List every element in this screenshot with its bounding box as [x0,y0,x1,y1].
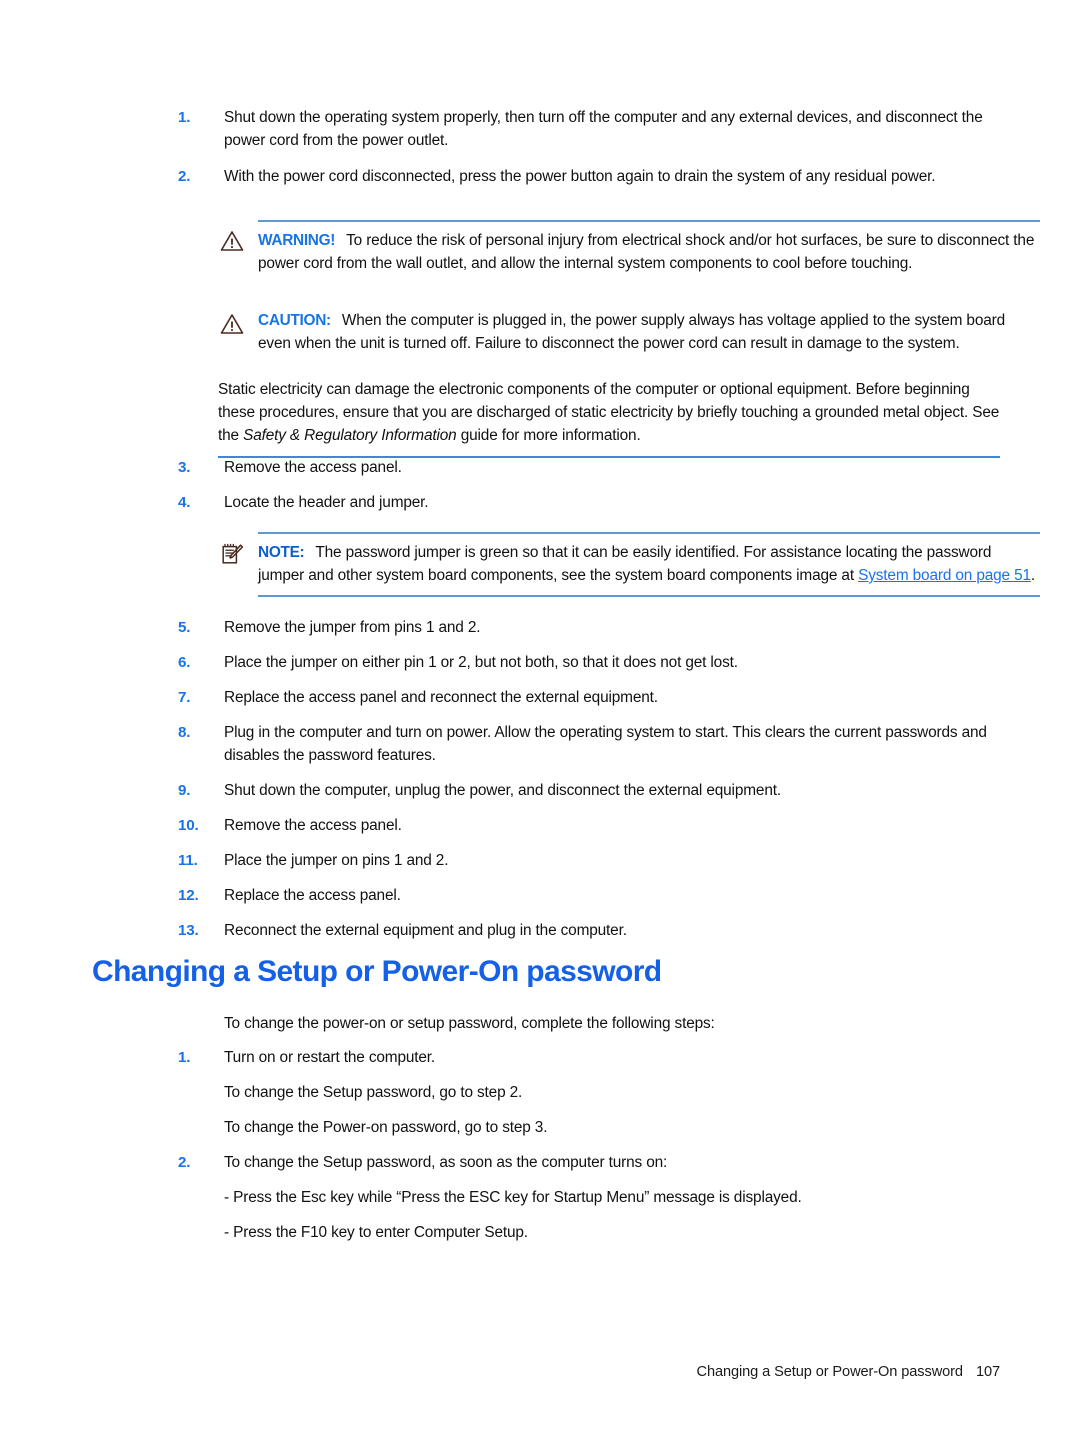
caution-admonition: CAUTION: When the computer is plugged in,… [220,297,1040,360]
step-text: Replace the access panel. [224,887,401,904]
list-item: 13. Reconnect the external equipment and… [178,919,1000,942]
step-subline: To change the Power-on password, go to s… [224,1119,548,1136]
list-item: 2. With the power cord disconnected, pre… [178,165,1000,188]
list-item: 11. Place the jumper on pins 1 and 2. [178,849,1000,872]
step-number: 2. [178,1154,191,1171]
step-number: 6. [178,654,191,671]
step-number: 5. [178,619,191,636]
note-pencil-icon [220,542,246,566]
step-text: Reconnect the external equipment and plu… [224,922,627,939]
page-footer: Changing a Setup or Power-On password 107 [0,1364,1001,1380]
step-text: With the power cord disconnected, press … [224,168,936,185]
step-number: 1. [178,109,191,126]
step-text: Shut down the computer, unplug the power… [224,782,781,799]
page-title: Changing a Setup or Power-On password [92,955,662,988]
mid-steps-list: 3. Remove the access panel. 4. Locate th… [178,456,1000,526]
list-item: 8. Plug in the computer and turn on powe… [178,721,1000,767]
page-number: 107 [975,1364,1000,1380]
step-number: 11. [178,852,198,869]
step-text: Place the jumper on pins 1 and 2. [224,852,449,869]
section-intro: To change the power-on or setup password… [224,1015,715,1032]
top-steps-list: 1. Shut down the operating system proper… [178,106,1000,200]
step-number: 7. [178,689,191,706]
static-electricity-notice: Static electricity can damage the electr… [180,378,1000,458]
step-number: 1. [178,1049,191,1066]
note-label: NOTE: [258,544,305,561]
list-item: 10. Remove the access panel. [178,814,1000,837]
list-item: 4. Locate the header and jumper. [178,491,1000,514]
caution-text: When the computer is plugged in, the pow… [258,312,1006,352]
footer-title: Changing a Setup or Power-On password [696,1364,964,1380]
system-board-link[interactable]: System board on page 51 [858,567,1031,584]
warning-label: WARNING! [258,232,336,249]
static-text-after: guide for more information. [456,427,641,444]
document-page: 1. Shut down the operating system proper… [0,0,1080,1437]
step-subline: - Press the Esc key while “Press the ESC… [224,1189,802,1206]
step-text: Locate the header and jumper. [224,494,429,511]
lower-steps-list: 5. Remove the jumper from pins 1 and 2. … [178,616,1000,954]
list-item: 6. Place the jumper on either pin 1 or 2… [178,651,1000,674]
step-subline: - Press the F10 key to enter Computer Se… [224,1224,528,1241]
step-text: Remove the access panel. [224,459,402,476]
step-subline: To change the Setup password, go to step… [224,1084,523,1101]
list-item: 12. Replace the access panel. [178,884,1000,907]
note-text-after: . [1030,567,1036,584]
step-text: Plug in the computer and turn on power. … [224,724,987,764]
divider-bottom [258,595,1040,597]
step-number: 9. [178,782,191,799]
note-admonition: NOTE: The password jumper is green so tha… [220,524,1040,599]
caution-triangle-icon [220,313,246,337]
warning-admonition: WARNING! To reduce the risk of personal i… [220,212,1040,280]
step-number: 13. [178,922,199,939]
list-item: 7. Replace the access panel and reconnec… [178,686,1000,709]
warning-triangle-icon [220,230,246,254]
list-item: 1. Turn on or restart the computer. To c… [178,1046,1000,1139]
step-text: Shut down the operating system properly,… [224,109,983,149]
guide-title: Safety & Regulatory Information [243,427,457,444]
step-text: To change the Setup password, as soon as… [224,1154,668,1171]
list-item: 1. Shut down the operating system proper… [178,106,1000,152]
step-number: 2. [178,168,191,185]
step-text: Place the jumper on either pin 1 or 2, b… [224,654,738,671]
step-text: Remove the jumper from pins 1 and 2. [224,619,481,636]
list-item: 3. Remove the access panel. [178,456,1000,479]
step-number: 10. [178,817,199,834]
section-steps-list: 1. Turn on or restart the computer. To c… [178,1046,1000,1256]
list-item: 9. Shut down the computer, unplug the po… [178,779,1000,802]
list-item: 5. Remove the jumper from pins 1 and 2. [178,616,1000,639]
step-number: 4. [178,494,191,511]
caution-label: CAUTION: [258,312,331,329]
step-number: 12. [178,887,199,904]
step-number: 3. [178,459,191,476]
step-number: 8. [178,724,191,741]
list-item: 2. To change the Setup password, as soon… [178,1151,1000,1244]
step-text: Replace the access panel and reconnect t… [224,689,658,706]
step-text: Remove the access panel. [224,817,402,834]
warning-text: To reduce the risk of personal injury fr… [258,232,1035,272]
step-text: Turn on or restart the computer. [224,1049,436,1066]
